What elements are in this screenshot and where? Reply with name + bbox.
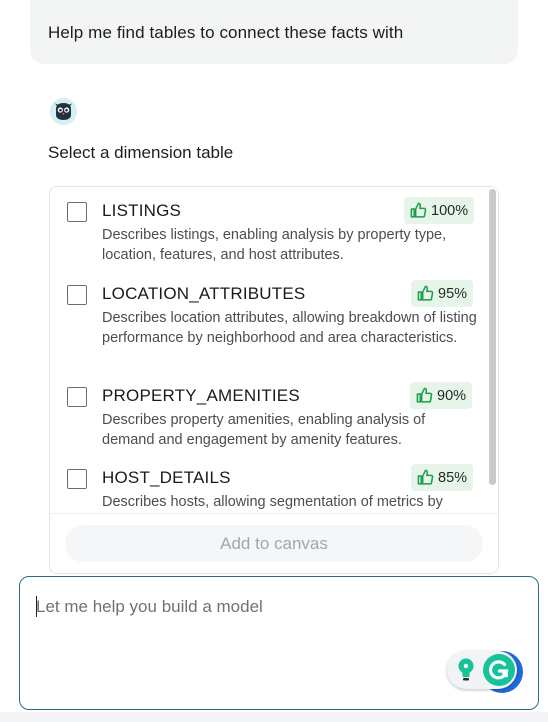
dimension-table-option[interactable]: HOST_DETAILS 85% Describes hosts, allowi… [50, 454, 488, 513]
option-checkbox[interactable] [67, 387, 87, 407]
option-name: HOST_DETAILS [102, 468, 231, 487]
thumbs-up-icon [416, 387, 433, 404]
confidence-value: 95% [438, 285, 468, 302]
chat-composer[interactable]: Let me help you build a model [19, 576, 539, 710]
confidence-value: 90% [437, 387, 467, 404]
confidence-badge: 85% [411, 464, 474, 491]
chat-page: Help me find tables to connect these fac… [0, 0, 548, 722]
thumbs-up-icon [410, 202, 427, 219]
confidence-badge: 100% [404, 197, 475, 224]
user-message-bubble: Help me find tables to connect these fac… [30, 0, 518, 64]
dimension-table-option[interactable]: LOCATION_ATTRIBUTES 95% Describes locati… [50, 270, 488, 372]
assistant-bot-icon [50, 98, 77, 125]
dimension-table-list[interactable]: LISTINGS 100% Describes listings, enabli… [50, 187, 498, 513]
confidence-value: 85% [438, 469, 468, 486]
bottom-edge [0, 712, 548, 722]
card-divider [50, 513, 498, 514]
dimension-table-picker: LISTINGS 100% Describes listings, enabli… [49, 186, 499, 574]
option-checkbox[interactable] [67, 469, 87, 489]
confidence-badge: 95% [411, 280, 474, 307]
dimension-table-option[interactable]: PROPERTY_AMENITIES 90% Describes propert… [50, 372, 488, 454]
option-description: Describes location attributes, allowing … [102, 310, 477, 346]
user-message-text: Help me find tables to connect these fac… [48, 23, 404, 42]
list-scrollbar[interactable] [488, 187, 498, 513]
dimension-table-option[interactable]: LISTINGS 100% Describes listings, enabli… [50, 187, 488, 269]
thumbs-up-icon [417, 285, 434, 302]
option-description: Describes property amenities, enabling a… [102, 412, 426, 448]
option-name: LOCATION_ATTRIBUTES [102, 284, 306, 303]
option-description: Describes listings, enabling analysis by… [102, 227, 447, 263]
option-checkbox[interactable] [67, 202, 87, 222]
thumbs-up-icon [417, 469, 434, 486]
confidence-value: 100% [431, 202, 469, 219]
text-caret [36, 596, 37, 617]
option-name: LISTINGS [102, 201, 182, 220]
assistant-prompt: Select a dimension table [48, 143, 234, 162]
add-to-canvas-button[interactable]: Add to canvas [65, 525, 483, 562]
confidence-badge: 90% [410, 382, 473, 409]
lightbulb-icon[interactable] [455, 657, 477, 683]
grammarly-icon[interactable] [483, 654, 515, 686]
list-scrollbar-thumb[interactable] [489, 189, 496, 485]
option-description: Describes hosts, allowing segmentation o… [102, 494, 443, 510]
option-checkbox[interactable] [67, 285, 87, 305]
composer-input[interactable]: Let me help you build a model [36, 597, 263, 617]
option-name: PROPERTY_AMENITIES [102, 386, 300, 405]
